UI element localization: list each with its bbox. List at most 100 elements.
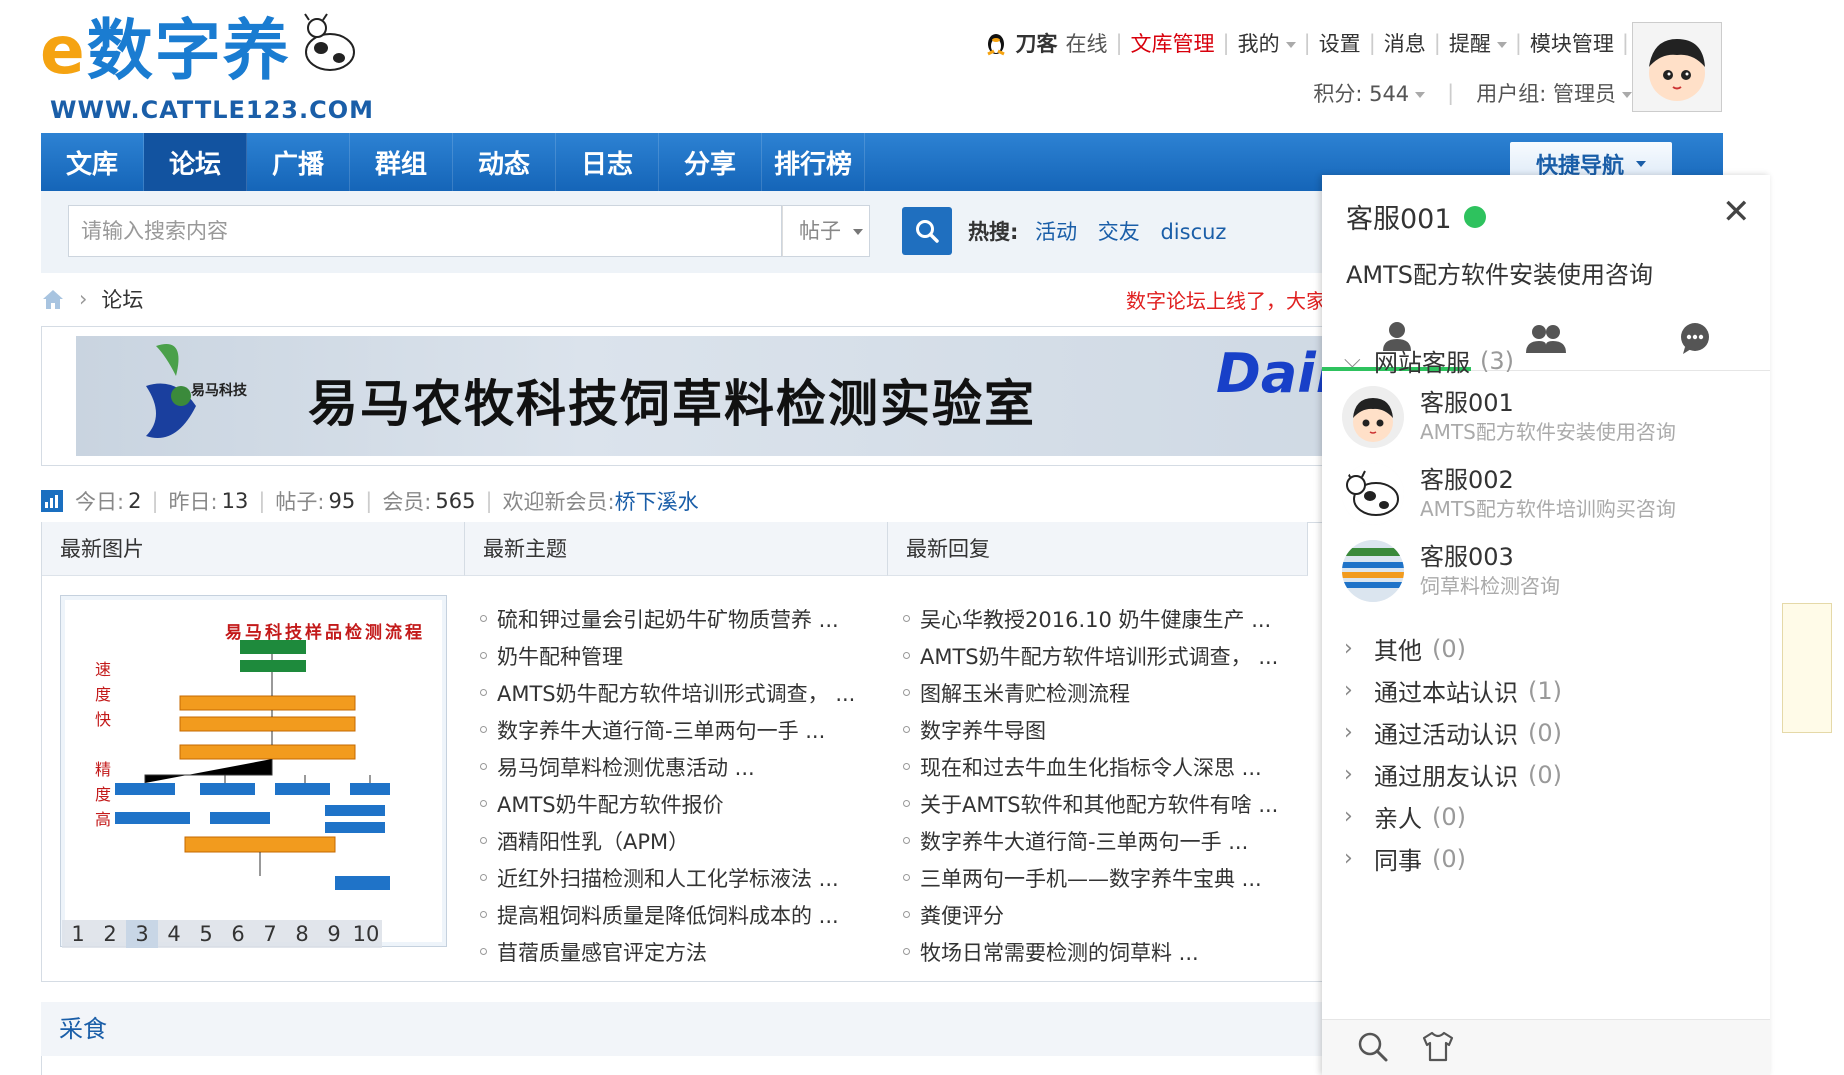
section-feeding-title[interactable]: 采食 bbox=[41, 1002, 1341, 1056]
reply-item[interactable]: 现在和过去牛血生化指标令人深思 ... bbox=[903, 748, 1278, 785]
module-admin-link[interactable]: 模块管理 bbox=[1530, 28, 1614, 58]
contact-desc: AMTS配方软件安装使用咨询 bbox=[1420, 420, 1676, 444]
topic-item[interactable]: AMTS奶牛配方软件培训形式调查， ... bbox=[480, 674, 855, 711]
new-member-link[interactable]: 桥下溪水 bbox=[615, 486, 699, 516]
divider: | bbox=[1368, 31, 1376, 55]
reply-item[interactable]: 数字养牛大道行简-三单两句一手 ... bbox=[903, 822, 1278, 859]
points-menu[interactable]: 积分: 544 bbox=[1313, 78, 1426, 108]
bullet-icon bbox=[480, 689, 487, 696]
slideshow-page-active[interactable]: 3 bbox=[126, 920, 158, 948]
library-admin-link[interactable]: 文库管理 bbox=[1131, 28, 1215, 58]
bullet-icon bbox=[480, 874, 487, 881]
chevron-down-icon bbox=[1496, 42, 1507, 48]
site-logo[interactable]: e数字养 WWW.CATTLE123.COM bbox=[40, 6, 380, 126]
reply-item[interactable]: 吴心华教授2016.10 奶牛健康生产 ... bbox=[903, 600, 1278, 637]
ad-banner[interactable]: 易马科技 易马农牧科技饲草料检测实验室 Dair bbox=[76, 336, 1346, 456]
contact-item[interactable]: 客服002 AMTS配方软件培训购买咨询 bbox=[1342, 456, 1762, 532]
topic-item[interactable]: 近红外扫描检测和人工化学标液法 ... bbox=[480, 859, 855, 896]
stat-yesterday: 13 bbox=[221, 489, 249, 513]
bullet-icon bbox=[480, 948, 487, 955]
reply-item[interactable]: 关于AMTS软件和其他配方软件有啥 ... bbox=[903, 785, 1278, 822]
shirt-skin-icon[interactable] bbox=[1420, 1030, 1456, 1064]
topic-item[interactable]: 酒精阳性乳（APM） bbox=[480, 822, 855, 859]
contact-group[interactable]: › 同事 (0) bbox=[1344, 841, 1466, 876]
divider: | bbox=[1115, 31, 1123, 55]
contact-group[interactable]: › 通过朋友认识 (0) bbox=[1344, 757, 1562, 792]
reminders-link[interactable]: 提醒 bbox=[1449, 28, 1507, 58]
nav-item-blog[interactable]: 日志 bbox=[556, 133, 659, 191]
topic-item[interactable]: 数字养牛大道行简-三单两句一手 ... bbox=[480, 711, 855, 748]
bullet-icon bbox=[903, 874, 910, 881]
topic-item[interactable]: 硫和钾过量会引起奶牛矿物质营养 ... bbox=[480, 600, 855, 637]
bullet-icon bbox=[903, 763, 910, 770]
contact-group[interactable]: › 其他 (0) bbox=[1344, 631, 1466, 666]
chevron-down-icon bbox=[1285, 42, 1296, 48]
contact-group-open[interactable]: ⌵ 网站客服 (3) bbox=[1344, 343, 1514, 378]
svg-text:快: 快 bbox=[95, 710, 111, 729]
chevron-right-icon: › bbox=[1344, 678, 1353, 703]
contact-group[interactable]: › 通过本站认识 (1) bbox=[1344, 673, 1562, 708]
hot-term-link[interactable]: 交友 bbox=[1098, 220, 1140, 244]
cow-avatar-icon bbox=[1342, 463, 1404, 525]
hot-term-link[interactable]: 活动 bbox=[1035, 220, 1077, 244]
forum-stats: 今日: 2 | 昨日: 13 | 帖子: 95 | 会员: 565 | 欢迎新会员: 桥… bbox=[41, 486, 699, 516]
nav-item-library[interactable]: 文库 bbox=[41, 133, 144, 191]
reply-item[interactable]: 牧场日常需要检测的饲草料 ... bbox=[903, 933, 1278, 970]
search-button[interactable] bbox=[902, 207, 952, 255]
chat-footer bbox=[1322, 1019, 1770, 1075]
bullet-icon bbox=[480, 837, 487, 844]
slideshow-page[interactable]: 1 bbox=[62, 920, 94, 948]
reply-item[interactable]: 图解玉米青贮检测流程 bbox=[903, 674, 1278, 711]
search-type-select[interactable]: 帖子 bbox=[782, 205, 870, 257]
topic-item[interactable]: AMTS奶牛配方软件报价 bbox=[480, 785, 855, 822]
nav-item-forum[interactable]: 论坛 bbox=[144, 133, 247, 191]
nav-item-ranking[interactable]: 排行榜 bbox=[762, 133, 865, 191]
topic-item[interactable]: 易马饲草料检测优惠活动 ... bbox=[480, 748, 855, 785]
breadcrumb-current[interactable]: 论坛 bbox=[101, 284, 143, 314]
search-icon[interactable] bbox=[1356, 1030, 1390, 1064]
latest-images-header: 最新图片 bbox=[42, 522, 465, 576]
nav-item-share[interactable]: 分享 bbox=[659, 133, 762, 191]
nav-item-groups[interactable]: 群组 bbox=[350, 133, 453, 191]
username[interactable]: 刀客 bbox=[1015, 28, 1057, 58]
slideshow-page[interactable]: 6 bbox=[222, 920, 254, 948]
contact-group[interactable]: › 亲人 (0) bbox=[1344, 799, 1466, 834]
nav-item-broadcast[interactable]: 广播 bbox=[247, 133, 350, 191]
slideshow-page[interactable]: 8 bbox=[286, 920, 318, 948]
usergroup-menu[interactable]: 用户组: 管理员 bbox=[1476, 78, 1632, 108]
contact-desc: AMTS配方软件培训购买咨询 bbox=[1420, 497, 1676, 521]
reply-item[interactable]: AMTS奶牛配方软件培训形式调查， ... bbox=[903, 637, 1278, 674]
slideshow-page[interactable]: 2 bbox=[94, 920, 126, 948]
slideshow-page[interactable]: 9 bbox=[318, 920, 350, 948]
notice-marquee[interactable]: 数字论坛上线了，大家 bbox=[1126, 285, 1326, 314]
topic-item[interactable]: 苜蓿质量感官评定方法 bbox=[480, 933, 855, 970]
user-avatar[interactable] bbox=[1632, 22, 1722, 112]
slideshow-page[interactable]: 4 bbox=[158, 920, 190, 948]
contact-item[interactable]: 客服001 AMTS配方软件安装使用咨询 bbox=[1342, 379, 1762, 455]
reply-item[interactable]: 数字养牛导图 bbox=[903, 711, 1278, 748]
slideshow-page[interactable]: 5 bbox=[190, 920, 222, 948]
messages-link[interactable]: 消息 bbox=[1384, 28, 1426, 58]
home-icon[interactable] bbox=[41, 288, 65, 310]
online-status[interactable]: 在线 bbox=[1065, 28, 1107, 58]
reply-item[interactable]: 粪便评分 bbox=[903, 896, 1278, 933]
my-menu-link[interactable]: 我的 bbox=[1238, 28, 1296, 58]
slideshow-page[interactable]: 10 bbox=[350, 920, 382, 948]
slideshow-page[interactable]: 7 bbox=[254, 920, 286, 948]
divider: | bbox=[258, 489, 266, 513]
search-input[interactable]: 请输入搜索内容 bbox=[68, 205, 782, 257]
close-icon[interactable]: ✕ bbox=[1722, 195, 1751, 229]
bullet-icon bbox=[903, 800, 910, 807]
topic-item[interactable]: 奶牛配种管理 bbox=[480, 637, 855, 674]
contact-group[interactable]: › 通过活动认识 (0) bbox=[1344, 715, 1562, 750]
chat-contact-signature: AMTS配方软件安装使用咨询 bbox=[1346, 261, 1654, 289]
image-slideshow[interactable]: 易马科技样品检测流程 速 度 快 精 度 高 bbox=[60, 595, 447, 947]
settings-link[interactable]: 设置 bbox=[1319, 28, 1361, 58]
tab-chats[interactable] bbox=[1621, 305, 1770, 371]
bullet-icon bbox=[480, 726, 487, 733]
contact-item[interactable]: 客服003 饲草料检测咨询 bbox=[1342, 533, 1762, 609]
hot-term-link[interactable]: discuz bbox=[1160, 220, 1226, 244]
reply-item[interactable]: 三单两句一手机——数字养牛宝典 ... bbox=[903, 859, 1278, 896]
nav-item-feed[interactable]: 动态 bbox=[453, 133, 556, 191]
topic-item[interactable]: 提高粗饲料质量是降低饲料成本的 ... bbox=[480, 896, 855, 933]
